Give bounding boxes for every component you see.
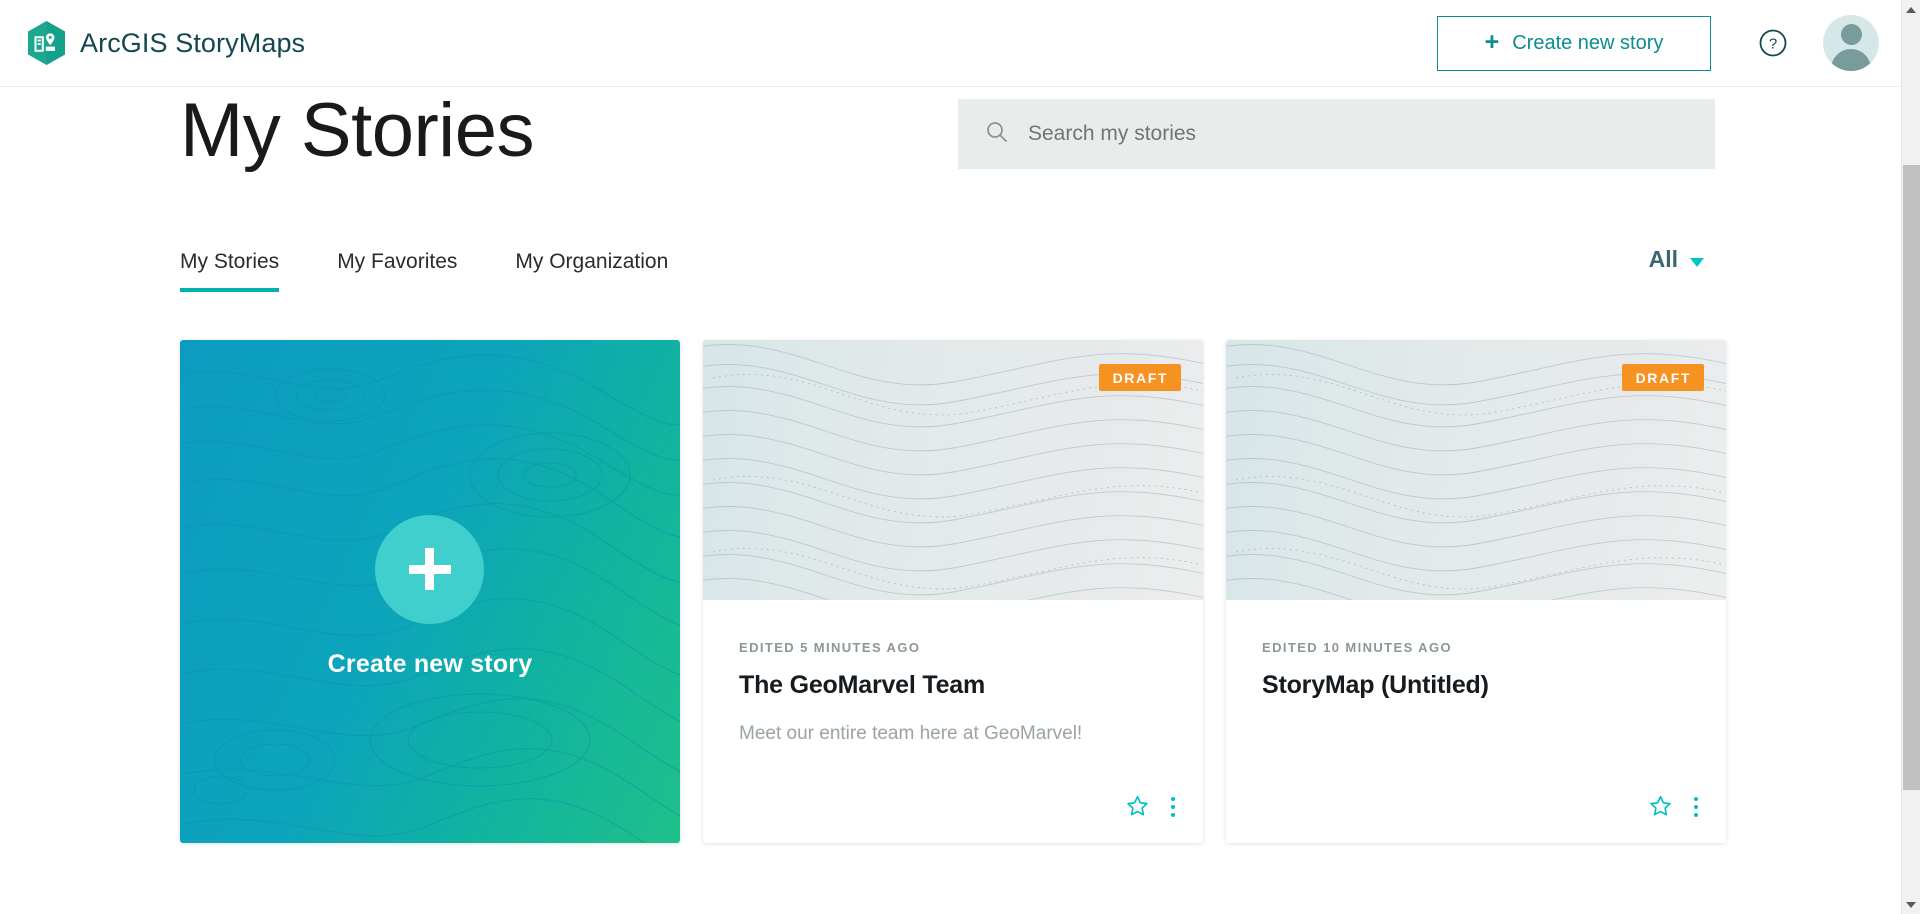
kebab-dots xyxy=(1170,796,1175,817)
create-new-story-card[interactable]: Create new story xyxy=(180,340,680,843)
status-badge: DRAFT xyxy=(1098,364,1181,391)
create-card-inner: Create new story xyxy=(327,514,533,679)
story-title: The GeoMarvel Team xyxy=(739,671,986,699)
search-input[interactable] xyxy=(1028,122,1668,146)
avatar-head xyxy=(1840,24,1862,45)
star-outline-icon[interactable] xyxy=(1125,794,1150,819)
scroll-up-arrow-icon[interactable] xyxy=(1902,0,1920,19)
kebab-dots xyxy=(1693,796,1698,817)
story-card[interactable]: DRAFT EDITED 10 MINUTES AGO StoryMap (Un… xyxy=(1226,340,1726,843)
story-edited-time: EDITED 5 MINUTES AGO xyxy=(739,640,921,655)
app-header: ArcGIS StoryMaps + Create new story ? xyxy=(0,0,1901,87)
kebab-menu-icon[interactable] xyxy=(1693,796,1698,817)
scroll-down-triangle xyxy=(1906,901,1916,908)
filter-label: All xyxy=(1648,246,1678,272)
story-card-body: EDITED 10 MINUTES AGO StoryMap (Untitled… xyxy=(1226,600,1726,700)
tabs-list: My Stories My Favorites My Organization xyxy=(180,250,726,292)
story-description: Meet our entire team here at GeoMarvel! xyxy=(739,723,1083,744)
create-card-label: Create new story xyxy=(327,649,533,678)
plus-icon: + xyxy=(1484,27,1500,56)
story-title: StoryMap (Untitled) xyxy=(1262,671,1489,699)
help-question-icon[interactable]: ? xyxy=(1751,21,1795,65)
storymaps-logo-icon xyxy=(27,21,66,65)
search-icon xyxy=(985,120,1009,149)
story-thumbnail: DRAFT xyxy=(703,340,1203,600)
tabs-row: My Stories My Favorites My Organization … xyxy=(0,246,1901,330)
create-new-story-label: Create new story xyxy=(1512,31,1664,54)
filter-dropdown[interactable]: All xyxy=(1649,246,1704,273)
scrollbar-thumb[interactable] xyxy=(1903,165,1920,790)
header-actions: + Create new story ? xyxy=(1437,15,1901,71)
page-header-row: My Stories xyxy=(0,87,1901,202)
scroll-down-arrow-icon[interactable] xyxy=(1902,895,1920,914)
story-edited-time: EDITED 10 MINUTES AGO xyxy=(1262,640,1452,655)
story-card-body: EDITED 5 MINUTES AGO The GeoMarvel Team … xyxy=(703,600,1203,747)
stories-grid: Create new story DRAFT EDITED 5 MINUTES … xyxy=(0,340,1901,843)
plus-vertical-bar xyxy=(425,548,435,590)
main-content: My Stories My Stories My Favorites My Or… xyxy=(0,87,1901,914)
create-new-story-button[interactable]: + Create new story xyxy=(1437,15,1711,71)
plus-icon[interactable] xyxy=(375,514,485,624)
story-card[interactable]: DRAFT EDITED 5 MINUTES AGO The GeoMarvel… xyxy=(703,340,1203,843)
user-avatar-icon[interactable] xyxy=(1823,15,1879,71)
star-outline-icon[interactable] xyxy=(1648,794,1673,819)
brand-home-link[interactable]: ArcGIS StoryMaps xyxy=(27,21,305,65)
page-scrollbar[interactable] xyxy=(1901,0,1920,914)
tab-my-stories[interactable]: My Stories xyxy=(180,250,280,292)
storymaps-app: ArcGIS StoryMaps + Create new story ? My… xyxy=(0,0,1920,914)
story-card-footer xyxy=(1125,794,1175,819)
svg-text:?: ? xyxy=(1769,36,1777,53)
tab-my-organization[interactable]: My Organization xyxy=(515,250,668,292)
scroll-up-triangle xyxy=(1906,6,1916,13)
story-card-footer xyxy=(1648,794,1698,819)
story-thumbnail: DRAFT xyxy=(1226,340,1726,600)
avatar-body xyxy=(1831,49,1871,71)
status-badge: DRAFT xyxy=(1621,364,1704,391)
page-title: My Stories xyxy=(180,88,534,173)
search-container[interactable] xyxy=(958,99,1715,169)
brand-title: ArcGIS StoryMaps xyxy=(80,27,306,58)
kebab-menu-icon[interactable] xyxy=(1170,796,1175,817)
chevron-down-icon xyxy=(1690,258,1704,267)
tab-my-favorites[interactable]: My Favorites xyxy=(337,250,457,292)
